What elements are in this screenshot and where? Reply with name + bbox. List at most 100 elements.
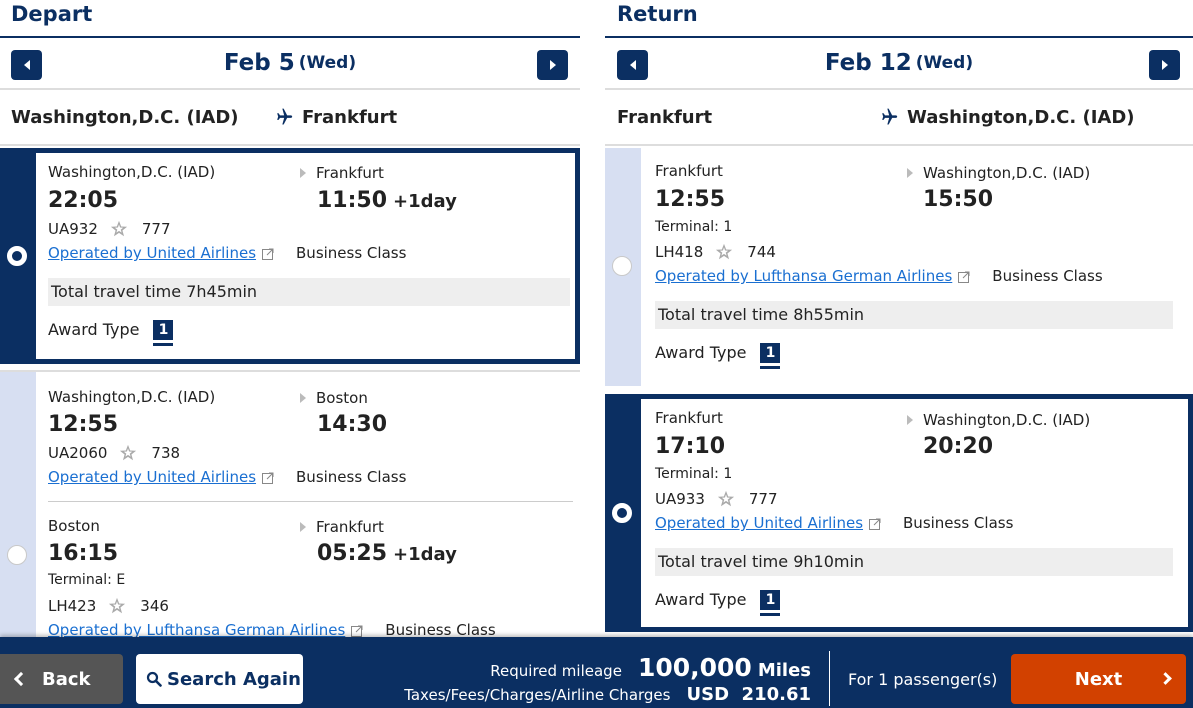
search-again-button[interactable]: Search Again xyxy=(136,654,303,704)
mileage-unit: Miles xyxy=(757,660,811,681)
segment-origin: Frankfurt xyxy=(655,409,723,427)
triangle-right-icon xyxy=(549,60,556,70)
arrow-right-icon xyxy=(300,168,306,178)
segment-destination-wrap: Frankfurt xyxy=(300,164,384,182)
segment-destination: Washington,D.C. (IAD) xyxy=(923,164,1091,182)
return-option-1[interactable]: Frankfurt Washington,D.C. (IAD) 12:55 15… xyxy=(605,148,1193,386)
external-link-icon xyxy=(869,518,881,530)
depart-option-1-radio[interactable] xyxy=(7,246,27,266)
operator-link[interactable]: Operated by United Airlines xyxy=(48,244,256,262)
external-link-icon xyxy=(351,625,363,637)
back-button[interactable]: Back xyxy=(0,654,123,704)
departure-time: 17:10 xyxy=(655,434,726,459)
triangle-left-icon xyxy=(23,60,30,70)
arrival-time: 15:50 xyxy=(923,187,994,212)
arrow-right-icon xyxy=(300,522,306,532)
departure-time: 12:55 xyxy=(48,412,119,437)
route-destination: Frankfurt xyxy=(302,106,398,128)
award-type-badge[interactable]: 1 xyxy=(760,590,781,616)
cabin-class: Business Class xyxy=(296,244,407,262)
aircraft-type: 346 xyxy=(140,597,169,615)
arrival-time: 05:25 xyxy=(317,541,388,566)
return-title: Return xyxy=(605,0,1193,38)
award-type-label: Award Type xyxy=(48,320,140,339)
operator-link[interactable]: Operated by Lufthansa German Airlines xyxy=(655,267,952,285)
next-button[interactable]: Next xyxy=(1011,654,1186,704)
segment-destination: Washington,D.C. (IAD) xyxy=(923,411,1091,429)
return-date: Feb 12 xyxy=(824,50,912,76)
return-next-date-button[interactable] xyxy=(1149,50,1180,80)
segment-destination-wrap: Washington,D.C. (IAD) xyxy=(907,411,1090,429)
option-rail xyxy=(0,372,36,637)
depart-title: Depart xyxy=(0,0,580,38)
cabin-class: Business Class xyxy=(903,514,1014,532)
star-alliance-icon xyxy=(120,444,137,461)
passenger-count: For 1 passenger(s) xyxy=(848,670,998,689)
external-link-icon xyxy=(262,472,274,484)
return-weekday: (Wed) xyxy=(915,53,974,73)
award-type-row: Award Type 1 xyxy=(655,343,781,369)
terminal: Terminal: E xyxy=(48,572,126,588)
depart-next-date-button[interactable] xyxy=(537,50,568,80)
depart-route: Washington,D.C. (IAD) Frankfurt xyxy=(0,90,580,146)
back-label: Back xyxy=(42,668,91,690)
return-prev-date-button[interactable] xyxy=(617,50,648,80)
flight-info: UA2060 738 xyxy=(48,444,180,462)
aircraft-type: 777 xyxy=(141,220,171,238)
award-type-badge[interactable]: 1 xyxy=(153,320,174,346)
arrival-time: 11:50 xyxy=(317,188,388,213)
route-origin: Frankfurt xyxy=(617,106,713,128)
return-option-1-radio[interactable] xyxy=(612,256,632,276)
arrival-time: 20:20 xyxy=(923,434,994,459)
plus-day: +1day xyxy=(393,191,457,212)
total-travel-time: Total travel time 9h10min xyxy=(655,548,1173,576)
depart-column: Depart Feb 5 (Wed) Washington,D.C. (IAD) … xyxy=(0,0,580,639)
operator-row: Operated by United Airlines Business Clas… xyxy=(655,514,1013,532)
return-route: Frankfurt Washington,D.C. (IAD) xyxy=(605,90,1193,146)
segment-origin: Boston xyxy=(48,517,100,535)
departure-time: 22:05 xyxy=(48,188,119,213)
segment-destination: Frankfurt xyxy=(316,518,384,536)
cabin-class: Business Class xyxy=(296,468,407,486)
route-destination-wrap: Washington,D.C. (IAD) xyxy=(877,107,1135,128)
taxes-fees: Taxes/Fees/Charges/Airline Charges USD 2… xyxy=(404,684,811,705)
depart-option-1[interactable]: Washington,D.C. (IAD) Frankfurt 22:05 11… xyxy=(0,148,580,364)
return-column: Return Feb 12 (Wed) Frankfurt Washington,… xyxy=(605,0,1193,632)
footer-divider xyxy=(829,651,830,706)
flight-info: LH418 744 xyxy=(655,243,776,261)
terminal: Terminal: 1 xyxy=(655,466,733,482)
award-type-badge[interactable]: 1 xyxy=(760,343,781,369)
aircraft-type: 777 xyxy=(748,490,778,508)
return-date-bar: Feb 12 (Wed) xyxy=(605,38,1193,90)
flight-number: LH423 xyxy=(48,597,97,615)
award-type-row: Award Type 1 xyxy=(48,320,174,346)
flight-number: UA933 xyxy=(655,490,705,508)
option-body: Washington,D.C. (IAD) Frankfurt 22:05 11… xyxy=(48,148,570,364)
star-alliance-icon xyxy=(109,597,126,614)
next-label: Next xyxy=(1074,668,1123,690)
tax-value: USD 210.61 xyxy=(686,684,811,705)
arrival-time-wrap: 05:25 +1day xyxy=(317,541,457,566)
return-option-2[interactable]: Frankfurt Washington,D.C. (IAD) 17:10 20… xyxy=(605,394,1193,632)
return-option-2-radio[interactable] xyxy=(612,503,632,523)
triangle-right-icon xyxy=(1161,60,1168,70)
depart-option-2[interactable]: Washington,D.C. (IAD) Boston 12:55 14:30… xyxy=(0,372,580,639)
route-destination-wrap: Frankfurt xyxy=(272,107,397,128)
route-destination: Washington,D.C. (IAD) xyxy=(907,106,1135,128)
arrival-time: 14:30 xyxy=(317,412,388,437)
depart-option-2-radio[interactable] xyxy=(7,545,27,565)
segment-origin: Frankfurt xyxy=(655,162,723,180)
operator-link[interactable]: Operated by United Airlines xyxy=(48,468,256,486)
arrow-right-icon xyxy=(907,168,913,178)
option-body: Frankfurt Washington,D.C. (IAD) 17:10 20… xyxy=(655,394,1173,632)
operator-link[interactable]: Operated by United Airlines xyxy=(655,514,863,532)
depart-prev-date-button[interactable] xyxy=(11,50,42,80)
depart-weekday: (Wed) xyxy=(298,53,357,73)
flight-number: UA932 xyxy=(48,220,98,238)
airplane-icon xyxy=(882,108,898,125)
flight-info: UA933 777 xyxy=(655,490,778,508)
airplane-icon xyxy=(277,108,293,125)
depart-date: Feb 5 xyxy=(223,50,295,76)
footer-bar: Back Search Again Required mileage 100,0… xyxy=(0,637,1193,708)
mileage-label: Required mileage xyxy=(490,662,622,680)
